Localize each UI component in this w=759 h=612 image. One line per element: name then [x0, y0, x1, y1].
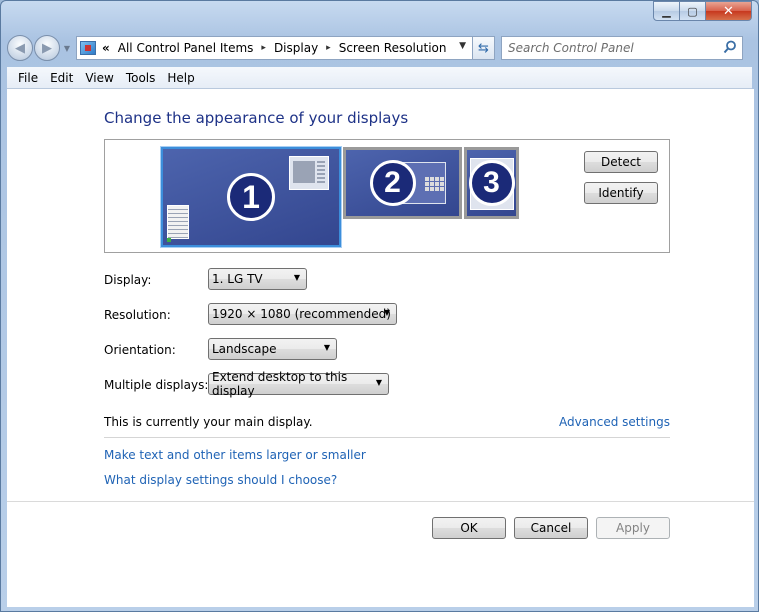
display-arrangement-panel: 1 2 3 Detect Identify: [104, 139, 670, 253]
detect-button[interactable]: Detect: [584, 151, 658, 173]
menu-edit[interactable]: Edit: [44, 71, 79, 85]
orientation-label: Orientation:: [104, 343, 176, 357]
monitor-number-3: 3: [468, 160, 515, 206]
menu-help[interactable]: Help: [161, 71, 200, 85]
recent-pages-dropdown[interactable]: ▼: [62, 44, 72, 53]
address-bar[interactable]: « All Control Panel Items ▸ Display ▸ Sc…: [76, 36, 473, 60]
control-panel-icon: [80, 41, 96, 55]
apply-button: Apply: [596, 517, 670, 539]
breadcrumb-display[interactable]: Display: [274, 41, 318, 55]
multiple-displays-select[interactable]: Extend desktop to this display ▼: [208, 370, 389, 398]
minimize-button[interactable]: ▁: [653, 1, 680, 21]
breadcrumb-chevron[interactable]: «: [102, 41, 110, 55]
breadcrumb: « All Control Panel Items ▸ Display ▸ Sc…: [102, 41, 446, 55]
menu-tools[interactable]: Tools: [120, 71, 162, 85]
window-thumbnail: [289, 156, 329, 190]
orientation-select[interactable]: Landscape ▼: [208, 338, 337, 360]
menu-file[interactable]: File: [12, 71, 44, 85]
breadcrumb-separator[interactable]: ▸: [261, 43, 266, 53]
search-input[interactable]: [508, 41, 708, 55]
window-frame: ▁ ▢ ✕ ◀ ▶ ▼ « All Control Panel Items ▸ …: [0, 0, 759, 612]
identify-button[interactable]: Identify: [584, 182, 658, 204]
search-icon[interactable]: [723, 40, 737, 54]
display-label: Display:: [104, 273, 152, 287]
resolution-select[interactable]: 1920 × 1080 (recommended) ▼: [208, 303, 397, 325]
breadcrumb-separator[interactable]: ▸: [326, 43, 331, 53]
ok-button[interactable]: OK: [432, 517, 506, 539]
resolution-value: 1920 × 1080 (recommended): [212, 307, 391, 321]
divider: [104, 437, 670, 438]
maximize-button[interactable]: ▢: [680, 1, 706, 21]
chevron-down-icon: ▼: [375, 378, 382, 387]
chevron-down-icon: ▼: [293, 273, 300, 282]
navigation-bar: ◀ ▶ ▼ « All Control Panel Items ▸ Displa…: [7, 33, 752, 63]
refresh-button[interactable]: ⇆: [473, 36, 495, 60]
tile-grid: [425, 177, 444, 191]
search-box[interactable]: [501, 36, 743, 60]
monitor-3-preview[interactable]: 3: [464, 147, 519, 219]
menu-bar: File Edit View Tools Help: [7, 67, 752, 89]
close-button[interactable]: ✕: [706, 1, 752, 21]
forward-button[interactable]: ▶: [34, 35, 60, 61]
display-help-link[interactable]: What display settings should I choose?: [104, 473, 337, 487]
monitor-2-preview[interactable]: 2: [343, 147, 462, 219]
refresh-icon: ⇆: [478, 40, 489, 56]
breadcrumb-all-control-panel-items[interactable]: All Control Panel Items: [118, 41, 254, 55]
back-button[interactable]: ◀: [7, 35, 33, 61]
text-size-link[interactable]: Make text and other items larger or smal…: [104, 448, 366, 462]
sidebar-thumbnail: [167, 205, 189, 239]
main-display-status: This is currently your main display.: [104, 415, 313, 429]
monitor-number-1: 1: [227, 173, 275, 221]
monitor-1-preview[interactable]: 1: [160, 146, 342, 248]
resolution-label: Resolution:: [104, 308, 171, 322]
main-content: Change the appearance of your displays 1: [7, 89, 754, 501]
orientation-value: Landscape: [212, 342, 277, 356]
cancel-button[interactable]: Cancel: [514, 517, 588, 539]
caption-buttons: ▁ ▢ ✕: [653, 1, 752, 21]
chevron-down-icon: ▼: [323, 343, 330, 352]
dialog-footer: OK Cancel Apply: [7, 501, 754, 607]
page-title: Change the appearance of your displays: [104, 109, 409, 127]
display-select[interactable]: 1. LG TV ▼: [208, 268, 307, 290]
multiple-displays-value: Extend desktop to this display: [212, 370, 348, 398]
breadcrumb-screen-resolution[interactable]: Screen Resolution: [339, 41, 447, 55]
monitor-number-2: 2: [369, 160, 416, 206]
advanced-settings-link[interactable]: Advanced settings: [559, 415, 670, 429]
display-value: 1. LG TV: [212, 272, 263, 286]
multiple-displays-label: Multiple displays:: [104, 378, 209, 392]
address-dropdown-icon[interactable]: ▼: [459, 41, 466, 51]
chevron-down-icon: ▼: [383, 308, 390, 317]
menu-view[interactable]: View: [79, 71, 119, 85]
taskbar-indicator: [167, 238, 171, 242]
